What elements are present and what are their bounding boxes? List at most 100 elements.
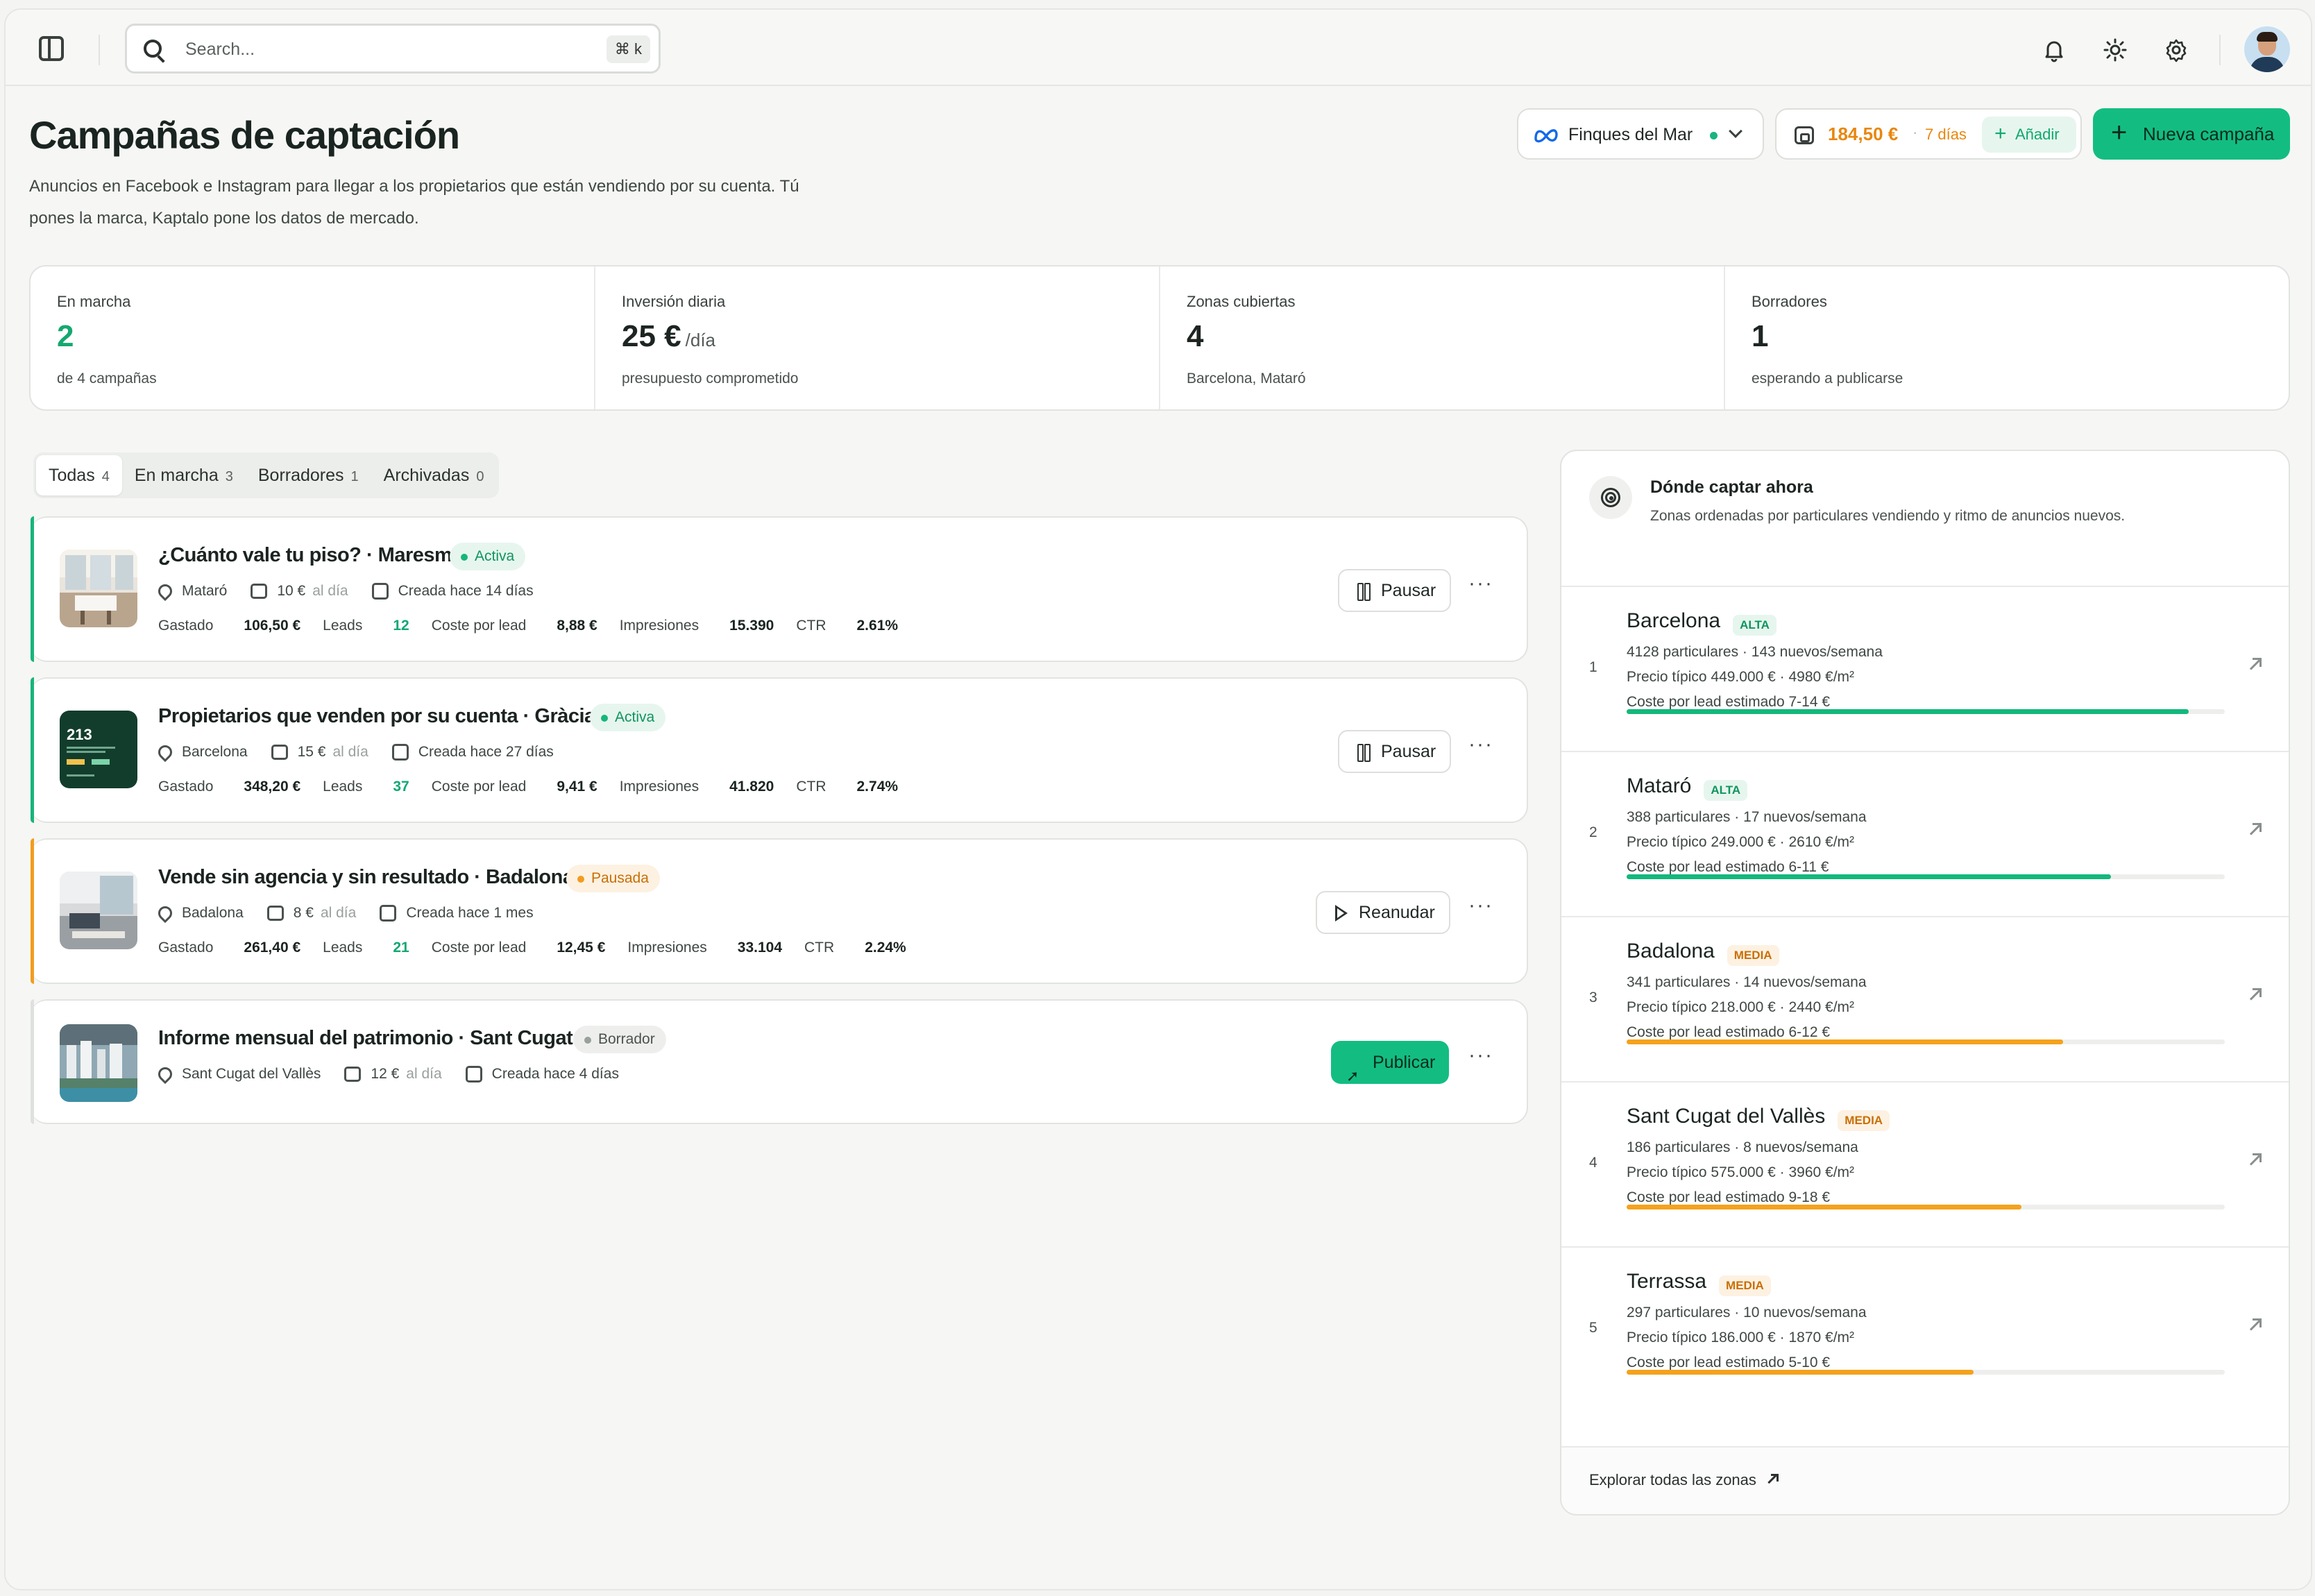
tab-archived[interactable]: Archivadas 0 <box>371 455 497 495</box>
campaign-title[interactable]: Propietarios que venden por su cuenta · … <box>158 705 595 728</box>
zone-score-track <box>1627 1039 2225 1044</box>
search-icon <box>144 40 162 58</box>
campaign-title[interactable]: Informe mensual del patrimonio · Sant Cu… <box>158 1027 573 1050</box>
zone-row[interactable]: 2 Mataró ALTA 388 particulares · 17 nuevos/… <box>1561 751 2289 916</box>
arrow-up-right-icon[interactable] <box>2246 987 2262 1002</box>
arrow-up-right-icon <box>1765 1472 1779 1485</box>
kpi-label: Leads <box>323 940 363 956</box>
resume-button[interactable]: Reanudar <box>1316 891 1450 934</box>
zone-tag: ALTA <box>1733 615 1776 636</box>
campaign-budget: 8 € <box>293 905 314 921</box>
kpi-cpl: Coste por lead 12,45 € <box>432 940 606 956</box>
zone-rank: 4 <box>1589 1155 1597 1171</box>
tab-all[interactable]: Todas 4 <box>36 455 122 495</box>
kpi-cpl: Coste por lead 9,41 € <box>432 779 597 795</box>
zone-rank: 5 <box>1589 1320 1597 1336</box>
kpi-label: Gastado <box>158 779 214 795</box>
arrow-up-right-icon[interactable] <box>2246 1317 2262 1332</box>
zone-name: Mataró <box>1627 774 1692 797</box>
search-input[interactable]: Search... ⌘ k <box>125 24 661 74</box>
stat-sub: esperando a publicarse <box>1752 371 1903 387</box>
arrow-up-right-icon[interactable] <box>2246 656 2262 672</box>
stat-label: Zonas cubiertas <box>1187 293 1296 310</box>
campaign-location: Sant Cugat del Vallès <box>182 1066 321 1082</box>
tab-label: Borradores <box>257 466 344 485</box>
wallet-icon <box>1795 126 1814 144</box>
campaign-card[interactable]: 213 Propietarios que venden por su cuent… <box>31 677 1528 823</box>
panel-footer: Explorar todas las zonas <box>1561 1446 2289 1514</box>
tab-drafts[interactable]: Borradores 1 <box>246 455 371 495</box>
kpi-value: 12 <box>393 618 409 634</box>
kpi-label: Leads <box>323 779 363 795</box>
zone-score-fill <box>1627 1370 1974 1375</box>
pause-icon <box>1357 583 1371 601</box>
new-campaign-button[interactable]: Nueva campaña <box>2093 107 2290 160</box>
pause-button[interactable]: Pausar <box>1338 569 1452 612</box>
zone-name: Barcelona <box>1627 609 1721 632</box>
location-pin-icon <box>155 1064 176 1085</box>
campaign-title[interactable]: ¿Cuánto vale tu piso? · Maresme <box>158 544 463 567</box>
campaign-card[interactable]: Vende sin agencia y sin resultado · Bada… <box>31 838 1528 984</box>
stat-zones: Zonas cubiertas 4 Barcelona, Mataró <box>1160 266 1725 409</box>
calendar-icon <box>391 744 409 761</box>
campaign-location: Mataró <box>182 583 228 599</box>
zone-row[interactable]: 1 Barcelona ALTA 4128 particulares · 143 nu… <box>1561 586 2289 751</box>
tab-label: Todas <box>49 466 95 485</box>
kpi-leads: Leads 21 <box>323 940 409 956</box>
zones-list: 1 Barcelona ALTA 4128 particulares · 143 nu… <box>1561 586 2289 1411</box>
pause-button[interactable]: Pausar <box>1338 730 1452 773</box>
page-title: Campañas de captación <box>29 113 460 157</box>
kpi-value: 41.820 <box>729 779 774 795</box>
more-options-icon[interactable]: ··· <box>1468 1045 1496 1066</box>
campaign-budget: 10 € <box>277 583 306 599</box>
more-options-icon[interactable]: ··· <box>1468 573 1496 594</box>
publish-button[interactable]: ➚ Publicar <box>1331 1041 1450 1085</box>
add-funds-button[interactable]: Añadir <box>1982 116 2076 153</box>
bell-icon[interactable] <box>2040 36 2068 64</box>
campaign-title[interactable]: Vende sin agencia y sin resultado · Bada… <box>158 866 574 889</box>
explore-zones-link[interactable]: Explorar todas las zonas <box>1589 1471 1756 1489</box>
kpi-leads: Leads 37 <box>323 779 409 795</box>
account-status-dot <box>1710 132 1718 139</box>
kpi-spent: Gastado 261,40 € <box>158 940 300 956</box>
budget-unit: al día <box>312 583 348 599</box>
zone-row[interactable]: 4 Sant Cugat del Vallès MEDIA 186 particula… <box>1561 1081 2289 1246</box>
kpi-label: Leads <box>323 618 363 634</box>
divider <box>2219 35 2221 65</box>
arrow-up-right-icon[interactable] <box>2246 822 2262 837</box>
stat-value: 1 <box>1752 319 1768 354</box>
sun-icon[interactable] <box>2101 36 2129 64</box>
budget-unit: al día <box>406 1066 442 1082</box>
kpi-ctr: CTR 2.74% <box>796 779 898 795</box>
campaign-card[interactable]: ¿Cuánto vale tu piso? · Maresme Activa M… <box>31 516 1528 662</box>
zone-name: Sant Cugat del Vallès <box>1627 1105 1826 1128</box>
stat-label: En marcha <box>57 293 131 310</box>
account-selector[interactable]: Finques del Mar <box>1517 108 1764 160</box>
kpi-ctr: CTR 2.61% <box>796 618 898 634</box>
zone-name: Badalona <box>1627 940 1715 962</box>
stat-drafts: Borradores 1 esperando a publicarse <box>1725 266 2289 409</box>
balance-value: 184,50 € <box>1828 124 1899 144</box>
stat-label: Inversión diaria <box>622 293 726 310</box>
kpi-value: 33.104 <box>737 940 783 956</box>
tab-running[interactable]: En marcha 3 <box>122 455 246 495</box>
kpi-value: 21 <box>393 940 409 956</box>
zone-tag: MEDIA <box>1719 1275 1771 1296</box>
more-options-icon[interactable]: ··· <box>1468 895 1496 916</box>
zone-row[interactable]: 5 Terrassa MEDIA 297 particulares · 10 nuev… <box>1561 1246 2289 1411</box>
kpi-impressions: Impresiones 15.390 <box>620 618 774 634</box>
status-badge: Pausada <box>566 865 660 892</box>
gear-icon[interactable] <box>2162 36 2190 64</box>
more-options-icon[interactable]: ··· <box>1468 734 1496 755</box>
stat-value: 4 <box>1187 319 1203 354</box>
play-icon <box>1335 905 1348 922</box>
campaign-card[interactable]: Informe mensual del patrimonio · Sant Cu… <box>31 999 1528 1124</box>
campaign-meta: Barcelona 15 € al día Creada hace 27 días <box>155 742 554 763</box>
zone-tag: MEDIA <box>1838 1110 1890 1131</box>
location-pin-icon <box>155 581 176 602</box>
arrow-up-right-icon[interactable] <box>2246 1152 2262 1167</box>
search-placeholder: Search... <box>185 40 255 59</box>
zone-row[interactable]: 3 Badalona MEDIA 341 particulares · 14 nuev… <box>1561 916 2289 1081</box>
avatar[interactable] <box>2244 26 2290 72</box>
sidebar-toggle-icon[interactable] <box>39 36 64 61</box>
